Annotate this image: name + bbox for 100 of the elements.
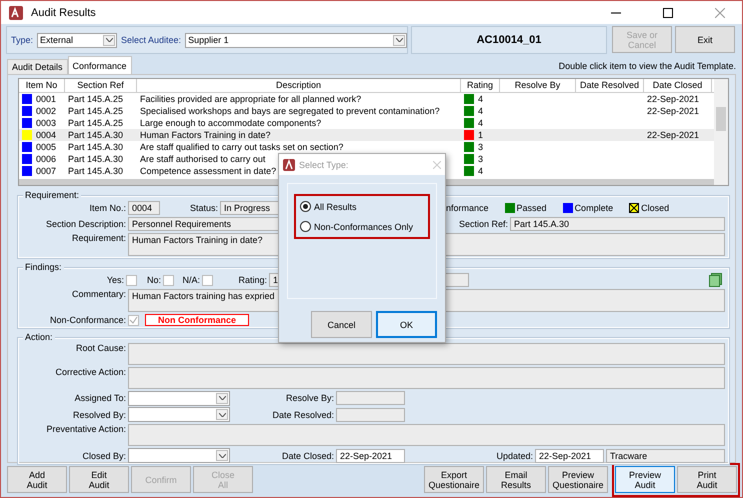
table-row[interactable]: 0004 Part 145.A.30 Human Factors Training in date? 1 22-Sep-2021 bbox=[19, 129, 714, 141]
field-label: Date Closed: bbox=[280, 450, 334, 461]
field-label: Rating: bbox=[237, 275, 267, 285]
close-icon[interactable] bbox=[433, 160, 441, 168]
column-header[interactable]: Description bbox=[137, 79, 461, 92]
app-icon bbox=[283, 158, 295, 170]
table-cell: 4 bbox=[478, 94, 484, 104]
field-label: Preventative Action: bbox=[45, 424, 126, 434]
dialog-button[interactable]: OK bbox=[376, 311, 437, 338]
group-title: Action: bbox=[23, 332, 55, 342]
documents-icon[interactable] bbox=[709, 273, 723, 287]
window-title: Audit Results bbox=[31, 6, 97, 18]
field-label: Non-Conformance: bbox=[48, 315, 126, 325]
checkmark-icon bbox=[129, 316, 138, 324]
table-cell: 0005 bbox=[36, 142, 56, 152]
minimize-icon[interactable] bbox=[611, 12, 621, 14]
hint-text: Double click item to view the Audit Template. bbox=[558, 61, 736, 73]
table-cell: 3 bbox=[478, 142, 484, 152]
column-header[interactable]: Section Ref bbox=[65, 79, 137, 92]
field-label: Date Resolved: bbox=[271, 410, 334, 420]
field-label: Yes: bbox=[106, 275, 124, 285]
date-closed-field[interactable]: 22-Sep-2021 bbox=[336, 448, 405, 463]
table-cell: Large enough to accommodate components? bbox=[140, 118, 322, 128]
radio-label[interactable]: All Results bbox=[314, 202, 357, 212]
table-cell: 0002 bbox=[36, 106, 56, 116]
corrective-action-field[interactable] bbox=[128, 366, 725, 389]
checkbox[interactable] bbox=[163, 274, 174, 286]
checkbox[interactable] bbox=[202, 274, 213, 286]
field-label: Section Description: bbox=[44, 219, 126, 229]
footer-button[interactable]: Preview Questionaire bbox=[548, 466, 608, 493]
table-cell: Are staff qualified to carry out tasks set on section? bbox=[140, 142, 344, 152]
radio-label[interactable]: Non-Conformances Only bbox=[314, 222, 414, 232]
table-cell: 0006 bbox=[36, 154, 56, 164]
preventative-action-field[interactable] bbox=[128, 424, 725, 446]
tab[interactable]: Conformance bbox=[68, 56, 132, 74]
field-label: Commentary: bbox=[70, 289, 126, 299]
field-label: N/A: bbox=[181, 275, 200, 285]
table-cell: Part 145.A.30 bbox=[68, 166, 124, 176]
table-cell: Part 145.A.25 bbox=[68, 94, 124, 104]
footer-button[interactable]: Edit Audit bbox=[69, 466, 129, 493]
tab[interactable]: Audit Details bbox=[7, 59, 68, 74]
table-cell: 4 bbox=[478, 166, 484, 176]
section-ref-field[interactable]: Part 145.A.30 bbox=[510, 217, 725, 231]
column-header[interactable]: Date Closed bbox=[644, 79, 712, 92]
legend-label: Passed bbox=[516, 203, 547, 213]
legend-label: Complete bbox=[574, 203, 614, 213]
dialog-button[interactable]: Cancel bbox=[311, 311, 372, 338]
root-cause-field[interactable] bbox=[128, 343, 725, 365]
footer-button[interactable]: Print Audit bbox=[677, 466, 737, 493]
group-title: Requirement: bbox=[23, 190, 82, 200]
footer-button[interactable]: Add Audit bbox=[7, 466, 67, 493]
table-cell: 0007 bbox=[36, 166, 56, 176]
table-cell: Human Factors Training in date? bbox=[140, 130, 271, 140]
table-cell: Specialised workshops and bays are segregated to prevent contamination? bbox=[140, 106, 440, 116]
table-cell: 3 bbox=[478, 154, 484, 164]
close-icon[interactable] bbox=[715, 8, 725, 18]
footer-button[interactable]: Export Questionaire bbox=[424, 466, 484, 493]
radio-button[interactable] bbox=[300, 201, 311, 212]
app-icon bbox=[9, 6, 23, 20]
vertical-scrollbar[interactable] bbox=[714, 79, 728, 185]
table-cell: 4 bbox=[478, 118, 484, 128]
footer-button[interactable]: Preview Audit bbox=[615, 466, 675, 493]
field-label: Section Ref: bbox=[458, 219, 508, 229]
item-no-field[interactable]: 0004 bbox=[128, 201, 160, 215]
table-cell: 1 bbox=[478, 130, 484, 140]
auditee-dropdown[interactable]: Supplier 1 bbox=[185, 32, 408, 48]
legend-label: Closed bbox=[641, 203, 670, 213]
resolve-by-field[interactable] bbox=[336, 391, 405, 406]
non-conformance-tag: Non Conformance bbox=[145, 314, 250, 326]
field-label: Assigned To: bbox=[74, 393, 126, 404]
column-header[interactable]: Date Resolved bbox=[576, 79, 644, 92]
table-cell: Competence assessment in date? bbox=[140, 166, 276, 176]
footer-button[interactable]: Email Results bbox=[486, 466, 546, 493]
column-header[interactable]: Resolve By bbox=[500, 79, 576, 92]
table-cell: Facilities provided are appropriate for all planned work? bbox=[140, 94, 362, 104]
field-label: Root Cause: bbox=[74, 343, 126, 353]
radio-button[interactable] bbox=[300, 221, 311, 232]
field-label: Status: bbox=[188, 203, 218, 213]
field-label: Item No.: bbox=[88, 203, 126, 213]
table-cell: Part 145.A.25 bbox=[68, 118, 124, 128]
header-button[interactable]: Exit bbox=[675, 26, 735, 53]
column-header[interactable]: Item No bbox=[19, 79, 65, 92]
table-cell: Are staff authorised to carry out bbox=[140, 154, 266, 164]
table-cell: Part 145.A.30 bbox=[68, 154, 124, 164]
field-label: Corrective Action: bbox=[54, 366, 126, 377]
type-dropdown[interactable]: External bbox=[37, 32, 118, 48]
checkbox[interactable] bbox=[126, 274, 137, 286]
field-label: Resolve By: bbox=[284, 393, 334, 404]
maximize-icon[interactable] bbox=[663, 8, 673, 18]
column-header[interactable]: Rating bbox=[461, 79, 500, 92]
field-label: No: bbox=[146, 275, 161, 285]
updated-by-field[interactable]: Tracware bbox=[606, 448, 725, 463]
table-cell: 22-Sep-2021 bbox=[647, 106, 700, 116]
audit-id: AC10014_01 bbox=[476, 34, 542, 46]
table-cell: 0001 bbox=[36, 94, 56, 104]
checkbox[interactable] bbox=[128, 314, 139, 326]
updated-field[interactable]: 22-Sep-2021 bbox=[535, 448, 604, 463]
dialog-title: Select Type: bbox=[299, 160, 350, 170]
date-resolved-field[interactable] bbox=[336, 408, 405, 422]
field-label: Updated: bbox=[495, 450, 533, 461]
